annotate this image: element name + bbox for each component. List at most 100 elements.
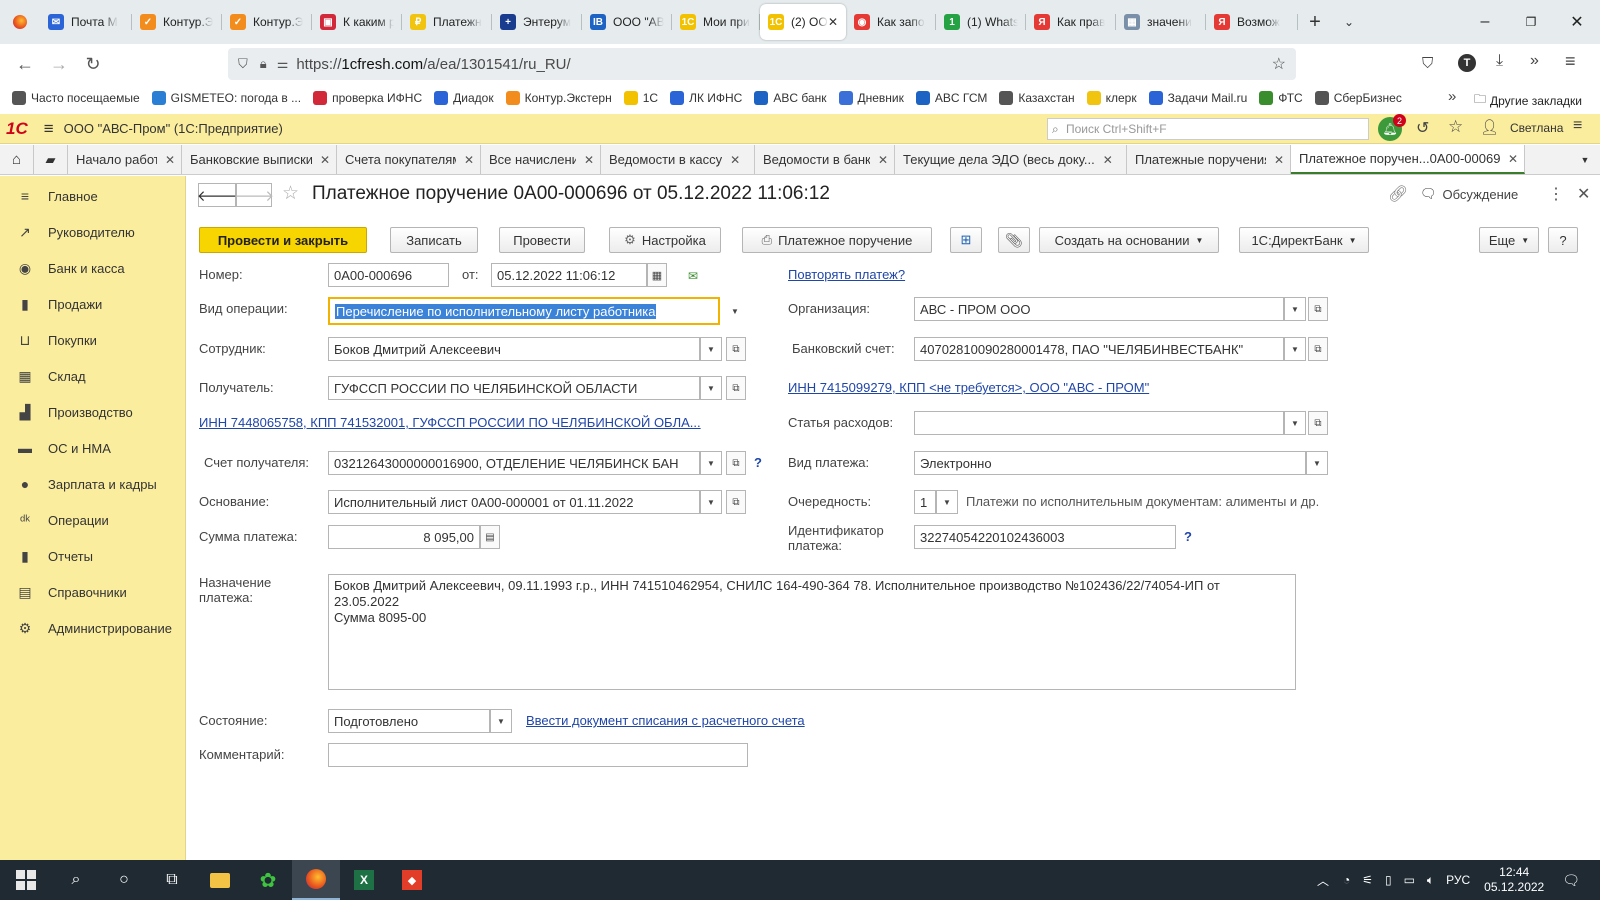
maximize-button[interactable]: ❐ [1508, 0, 1554, 44]
organization-open-icon[interactable]: ⧉ [1308, 297, 1328, 321]
browser-tab[interactable]: Я Как прав [1026, 4, 1116, 40]
browser-tab[interactable]: ▣ К каким р [312, 4, 402, 40]
window-tab[interactable]: Счета покупателям ✕ [337, 145, 481, 174]
status-field[interactable]: Подготовлено [328, 709, 490, 733]
recipient-account-field[interactable]: 03212643000000016900, ОТДЕЛЕНИЕ ЧЕЛЯБИНС… [328, 451, 700, 475]
permissions-icon[interactable]: ⚌ [277, 56, 289, 72]
create-based-on-button[interactable]: Создать на основании ▼ [1039, 227, 1219, 253]
sidebar-item[interactable]: ● Зарплата и кадры [0, 466, 185, 502]
lock-icon[interactable]: 🔒︎ [260, 56, 267, 72]
icq-icon[interactable]: ✿ [244, 860, 292, 900]
usb-icon[interactable]: ▯ [1385, 873, 1392, 887]
nav-back-button[interactable]: 🡐 [197, 183, 237, 207]
sidebar-item[interactable]: ◉ Банк и касса [0, 250, 185, 286]
browser-tab-active[interactable]: 1С (2) ОО ✕ [760, 4, 846, 40]
purpose-textarea[interactable]: Боков Дмитрий Алексеевич, 09.11.1993 г.р… [328, 574, 1296, 690]
browser-tab[interactable]: ✓ Контур.Э [222, 4, 312, 40]
windows-start-icon[interactable] [0, 860, 52, 900]
window-tab[interactable]: Ведомости в банк ✕ [755, 145, 895, 174]
more-actions-icon[interactable]: ⋮ [1548, 184, 1564, 204]
attach-file-button[interactable]: 📎︎ [998, 227, 1030, 253]
clock[interactable]: 12:44 05.12.2022 [1484, 865, 1544, 895]
operation-type-dropdown[interactable]: ▼ [724, 299, 746, 323]
recipient-account-help-icon[interactable]: ? [754, 455, 762, 470]
sidebar-item[interactable]: ᵈᵏ Операции [0, 502, 185, 538]
discussions-icon[interactable]: ▰ [34, 145, 68, 174]
browser-tab[interactable]: Я Возмож [1206, 4, 1298, 40]
payment-kind-dropdown[interactable]: ▼ [1306, 451, 1328, 475]
link-icon[interactable]: 🔗︎ [1388, 184, 1408, 204]
recipient-account-dropdown[interactable]: ▼ [700, 451, 722, 475]
pocket-icon[interactable]: ⛉ [1422, 55, 1433, 72]
organization-dropdown[interactable]: ▼ [1284, 297, 1306, 321]
app-settings-icon[interactable]: ≡ [1573, 117, 1582, 135]
sidebar-item[interactable]: ▦ Склад [0, 358, 185, 394]
bookmark-star-icon[interactable]: ☆ [1272, 54, 1286, 74]
close-tab-icon[interactable]: ✕ [1508, 152, 1518, 166]
bookmark-item[interactable]: Дневник [838, 91, 904, 105]
enter-writeoff-link[interactable]: Ввести документ списания с расчетного сч… [526, 713, 805, 728]
post-button[interactable]: Провести [499, 227, 585, 253]
calendar-icon[interactable]: ▦ [647, 263, 667, 287]
hamburger-icon[interactable]: ≡ [44, 119, 54, 139]
close-tab-icon[interactable]: ✕ [165, 153, 175, 167]
close-tab-icon[interactable]: ✕ [1274, 153, 1284, 167]
priority-dropdown[interactable]: ▼ [936, 490, 958, 514]
browser-tab[interactable]: + Энтерум [492, 4, 582, 40]
window-tab[interactable]: Текущие дела ЭДО (весь доку... ✕ [895, 145, 1127, 174]
cortana-icon[interactable]: ○ [100, 860, 148, 900]
expense-item-dropdown[interactable]: ▼ [1284, 411, 1306, 435]
url-bar[interactable]: ⛉ 🔒︎ ⚌ https://1cfresh.com/a/ea/1301541/… [228, 48, 1296, 80]
bookmarks-overflow-icon[interactable]: » [1448, 88, 1456, 105]
repeat-payment-link[interactable]: Повторять платеж? [788, 267, 905, 282]
new-tab-button[interactable]: + [1298, 4, 1332, 40]
structure-button[interactable]: ⊞ [950, 227, 982, 253]
status-dropdown[interactable]: ▼ [490, 709, 512, 733]
extensions-overflow-icon[interactable]: » [1530, 52, 1539, 70]
sidebar-item[interactable]: ▮ Продажи [0, 286, 185, 322]
task-view-icon[interactable]: ⧉ [148, 860, 196, 900]
close-tab-icon[interactable]: ✕ [584, 153, 594, 167]
bookmark-item[interactable]: ЛК ИФНС [670, 91, 742, 105]
user-icon[interactable]: 👤︎ [1480, 118, 1499, 136]
close-tab-icon[interactable]: ✕ [464, 153, 474, 167]
sidebar-item[interactable]: ⚙ Администрирование [0, 610, 185, 646]
print-payment-order-button[interactable]: ⎙ Платежное поручение [742, 227, 932, 253]
save-button[interactable]: Записать [390, 227, 478, 253]
firefox-taskbar-icon[interactable] [292, 860, 340, 900]
browser-tab[interactable]: 1С Мои при [672, 4, 760, 40]
window-tab[interactable]: Банковские выписки ✕ [182, 145, 337, 174]
firefox-menu-icon[interactable] [0, 4, 40, 40]
minimize-button[interactable]: – [1462, 0, 1508, 44]
organization-inn-link[interactable]: ИНН 7415099279, КПП <не требуется>, ООО … [788, 380, 1149, 395]
excel-icon[interactable]: X [340, 860, 388, 900]
bookmark-item[interactable]: Диадок [434, 91, 494, 105]
close-window-button[interactable]: ✕ [1554, 0, 1600, 44]
help-button[interactable]: ? [1548, 227, 1578, 253]
anydesk-icon[interactable]: ◆ [388, 860, 436, 900]
language-indicator[interactable]: РУС [1446, 873, 1470, 887]
global-search-input[interactable]: ⌕ Поиск Ctrl+Shift+F [1047, 118, 1369, 140]
window-tab[interactable]: Все начисления ✕ [481, 145, 601, 174]
browser-tab[interactable]: ✉ Почта М [40, 4, 132, 40]
bookmark-item[interactable]: ABC банк [754, 91, 827, 105]
window-tab[interactable]: Начало работы ✕ [68, 145, 182, 174]
employee-dropdown[interactable]: ▼ [700, 337, 722, 361]
file-explorer-icon[interactable] [196, 860, 244, 900]
operation-type-field[interactable]: Перечисление по исполнительному листу ра… [328, 297, 720, 325]
bookmark-item[interactable]: ABC ГСМ [915, 91, 987, 105]
more-button[interactable]: Еще ▼ [1479, 227, 1539, 253]
employee-open-icon[interactable]: ⧉ [726, 337, 746, 361]
history-icon[interactable]: ↺ [1416, 118, 1429, 138]
sidebar-item[interactable]: ≡ Главное [0, 178, 185, 214]
bookmark-item[interactable]: Задачи Mail.ru [1148, 91, 1247, 105]
sidebar-item[interactable]: ↗ Руководителю [0, 214, 185, 250]
expense-item-field[interactable] [914, 411, 1284, 435]
bookmark-item[interactable]: Часто посещаемые [12, 91, 140, 105]
window-tab[interactable]: Ведомости в кассу ✕ [601, 145, 755, 174]
app-menu-icon[interactable]: ≡ [1565, 51, 1576, 72]
url-text[interactable]: https://1cfresh.com/a/ea/1301541/ru_RU/ [296, 56, 570, 73]
close-tab-icon[interactable]: ✕ [1103, 153, 1113, 167]
comment-field[interactable] [328, 743, 748, 767]
tray-chevron-icon[interactable]: ︿ [1317, 872, 1329, 889]
